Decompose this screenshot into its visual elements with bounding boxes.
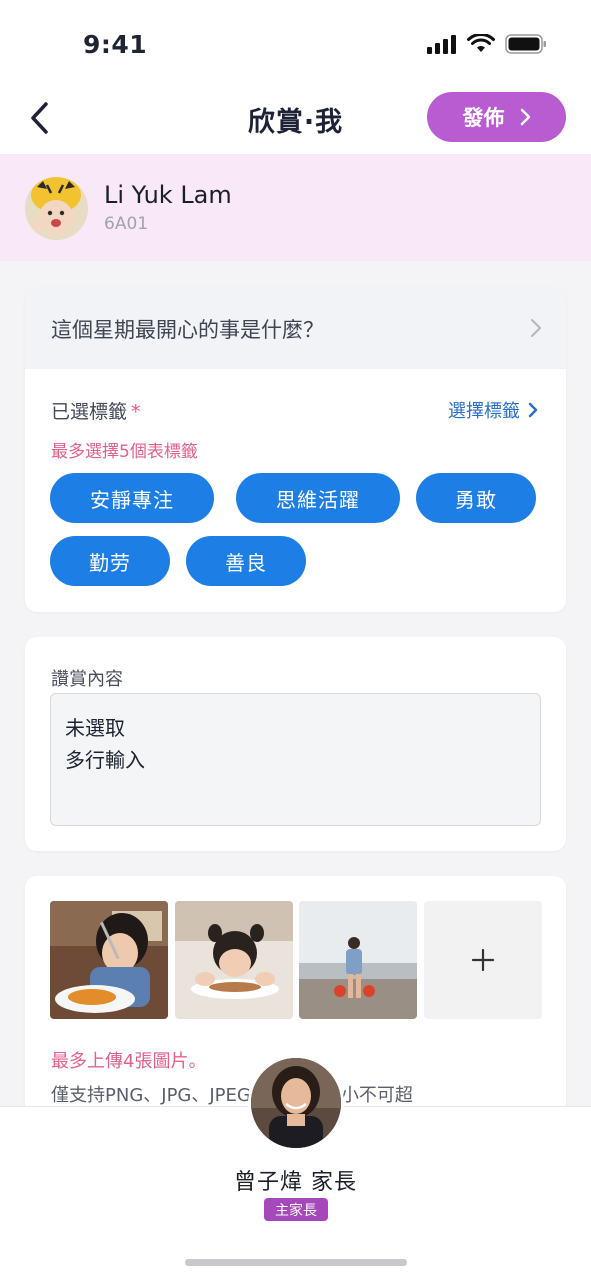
question-selector[interactable]: 這個星期最開心的事是什麼？ <box>25 287 566 369</box>
signal-icon <box>427 35 456 54</box>
battery-icon <box>505 34 546 54</box>
content-label: 讚賞內容 <box>51 669 123 690</box>
tag-chip[interactable]: 勤劳 <box>50 536 170 586</box>
publish-button-label: 發佈 <box>462 106 505 130</box>
selected-tags-label: 已選標籤 * <box>51 401 141 423</box>
navigation-bar: 欣賞·我 發佈 <box>0 88 591 154</box>
parent-name: 曾子煒 家長 <box>234 1170 357 1195</box>
status-time: 9:41 <box>83 30 148 59</box>
tag-chip[interactable]: 安靜專注 <box>50 473 214 523</box>
chevron-right-icon <box>520 108 530 126</box>
question-text: 這個星期最開心的事是什麼？ <box>51 318 324 342</box>
home-indicator <box>185 1259 407 1266</box>
photos-limit-hint: 最多上傳4張圖片。 <box>51 1051 207 1072</box>
photo-thumbnail[interactable] <box>299 901 417 1019</box>
student-class: 6A01 <box>104 214 149 234</box>
student-header: Li Yuk Lam 6A01 <box>0 154 591 261</box>
wifi-icon <box>467 34 495 52</box>
tags-hint: 最多選擇5個表標籤 <box>51 442 198 462</box>
content-textarea[interactable]: 未選取 多行輸入 <box>50 693 541 826</box>
student-avatar <box>25 177 88 240</box>
tag-chip[interactable]: 思維活躍 <box>236 473 400 523</box>
add-photo-button[interactable] <box>424 901 542 1019</box>
parent-role-badge: 主家長 <box>264 1198 328 1221</box>
parent-avatar[interactable] <box>248 1055 344 1151</box>
chevron-right-icon <box>528 402 538 418</box>
plus-icon <box>471 948 495 972</box>
publish-button[interactable]: 發佈 <box>427 92 566 142</box>
select-tags-link[interactable]: 選擇標籤 <box>448 397 538 423</box>
chevron-right-icon <box>531 319 541 337</box>
photo-thumbnail[interactable] <box>175 901 293 1019</box>
tags-card: 這個星期最開心的事是什麼？ 已選標籤 * 選擇標籤 最多選擇5個表標籤 安靜專注 … <box>25 287 566 612</box>
student-name: Li Yuk Lam <box>104 181 232 209</box>
required-mark: * <box>131 401 141 423</box>
tag-chip[interactable]: 善良 <box>186 536 306 586</box>
status-bar: 9:41 <box>0 0 591 88</box>
photos-format-hint: 僅支持PNG、JPG、JPEG格式，且大小不可超 <box>51 1085 413 1106</box>
select-tags-label: 選擇標籤 <box>448 401 520 422</box>
content-card: 讚賞內容 未選取 多行輸入 <box>25 637 566 851</box>
tag-chip[interactable]: 勇敢 <box>416 473 536 523</box>
status-icons <box>427 34 547 54</box>
photo-thumbnail[interactable] <box>50 901 168 1019</box>
